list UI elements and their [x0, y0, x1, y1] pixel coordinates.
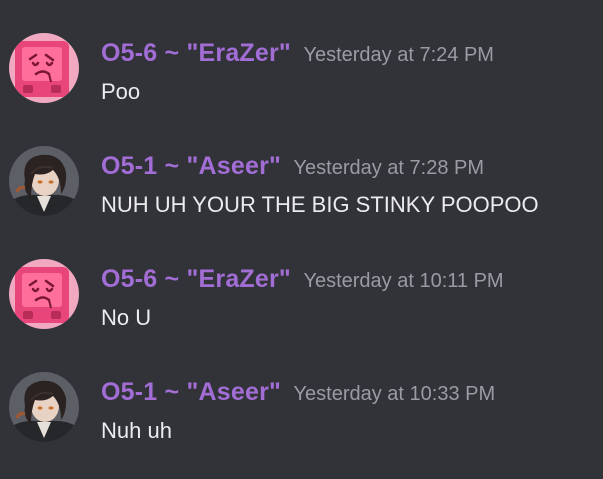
- avatar-image: [9, 259, 79, 329]
- dark-haired-character-avatar-icon[interactable]: [9, 146, 79, 216]
- message-timestamp[interactable]: Yesterday at 10:33 PM: [294, 383, 496, 405]
- author-username[interactable]: O5-1 ~ "Aseer": [101, 152, 281, 180]
- pink-cartoon-face-avatar-icon[interactable]: [9, 259, 79, 329]
- avatar-image: [9, 372, 79, 442]
- message-timestamp[interactable]: Yesterday at 10:11 PM: [303, 270, 503, 292]
- message-header: O5-1 ~ "Aseer" Yesterday at 10:33 PM: [101, 377, 495, 407]
- author-username[interactable]: O5-1 ~ "Aseer": [101, 378, 281, 406]
- message-content: NUH UH YOUR THE BIG STINKY POOPOO: [101, 192, 539, 217]
- chat-message[interactable]: O5-1 ~ "Aseer" Yesterday at 7:28 PM NUH …: [0, 143, 603, 253]
- chat-message[interactable]: O5-6 ~ "EraZer" Yesterday at 10:11 PM No…: [0, 256, 603, 366]
- pink-cartoon-face-avatar-icon[interactable]: [9, 33, 79, 103]
- avatar-image: [9, 33, 79, 103]
- chat-message-list: O5-6 ~ "EraZer" Yesterday at 7:24 PM Poo…: [0, 0, 603, 458]
- message-header: O5-6 ~ "EraZer" Yesterday at 10:11 PM: [101, 264, 504, 294]
- dark-haired-character-avatar-icon[interactable]: [9, 372, 79, 442]
- avatar-image: [9, 146, 79, 216]
- message-content: No U: [101, 305, 152, 330]
- message-content: Nuh uh: [101, 418, 172, 443]
- chat-message[interactable]: O5-6 ~ "EraZer" Yesterday at 7:24 PM Poo: [0, 30, 603, 140]
- message-header: O5-1 ~ "Aseer" Yesterday at 7:28 PM: [101, 151, 484, 181]
- author-username[interactable]: O5-6 ~ "EraZer": [101, 39, 291, 67]
- message-timestamp[interactable]: Yesterday at 7:28 PM: [294, 157, 485, 179]
- message-timestamp[interactable]: Yesterday at 7:24 PM: [303, 44, 494, 66]
- chat-message[interactable]: O5-1 ~ "Aseer" Yesterday at 10:33 PM Nuh…: [0, 369, 603, 479]
- message-header: O5-6 ~ "EraZer" Yesterday at 7:24 PM: [101, 38, 494, 68]
- message-content: Poo: [101, 79, 141, 104]
- author-username[interactable]: O5-6 ~ "EraZer": [101, 265, 291, 293]
